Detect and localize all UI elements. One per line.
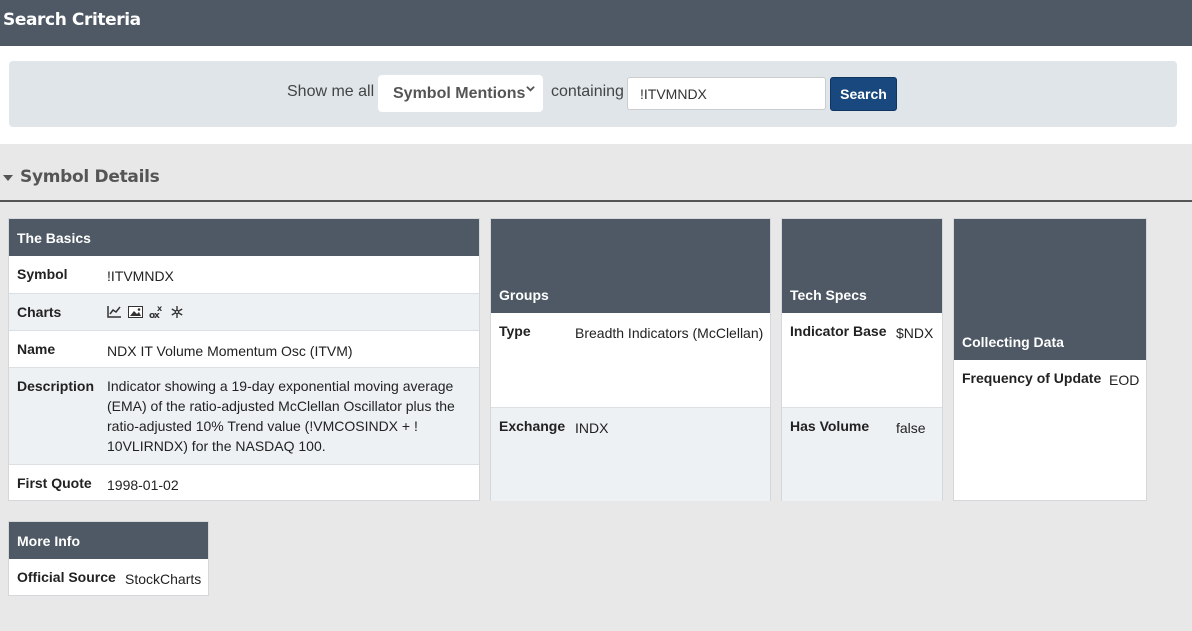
tech-specs-title: Tech Specs <box>790 287 867 303</box>
search-button[interactable]: Search <box>830 77 897 111</box>
section-title: Symbol Details <box>20 167 160 187</box>
name-value: NDX IT Volume Momentum Osc (ITVM) <box>107 343 353 359</box>
tech-specs-panel: Tech Specs Indicator Base $NDX Has Volum… <box>781 218 943 501</box>
search-criteria-area: Show me all Symbol Mentions containing S… <box>0 46 1192 144</box>
symbol-details-toggle[interactable]: Symbol Details <box>0 153 1192 202</box>
description-line: ratio-adjusted 10% Trend value (!VMCOSIN… <box>107 418 418 434</box>
seasonality-icon[interactable]: o x x <box>149 304 164 319</box>
groups-header: Groups <box>491 219 770 313</box>
description-line: (EMA) of the ratio-adjusted McClellan Os… <box>107 398 455 414</box>
frequency-value: EOD <box>1109 372 1140 388</box>
exchange-label: Exchange <box>499 418 566 434</box>
indicator-base-row: Indicator Base $NDX <box>782 313 942 407</box>
name-label: Name <box>17 341 56 357</box>
collecting-data-title: Collecting Data <box>962 334 1064 350</box>
type-value: Breadth Indicators (McClellan) <box>575 325 764 341</box>
groups-panel: Groups Type Breadth Indicators (McClella… <box>490 218 771 501</box>
description-row: Description Indicator showing a 19-day e… <box>9 367 479 464</box>
snowflake-icon[interactable] <box>170 305 184 319</box>
has-volume-label: Has Volume <box>790 418 870 434</box>
description-label: Description <box>17 378 95 394</box>
collecting-data-panel: Collecting Data Frequency of Update EOD <box>953 218 1147 501</box>
official-source-label: Official Source <box>17 569 116 585</box>
search-form: Show me all Symbol Mentions containing S… <box>9 61 1177 127</box>
has-volume-value: false <box>896 420 926 436</box>
basics-title: The Basics <box>17 230 91 246</box>
name-row: Name NDX IT Volume Momentum Osc (ITVM) <box>9 330 479 367</box>
indicator-base-value: $NDX <box>896 325 934 341</box>
chevron-down-icon <box>526 84 535 96</box>
line-chart-icon[interactable] <box>107 305 122 318</box>
search-criteria-header: Search Criteria <box>0 0 1192 46</box>
symbol-value: !ITVMNDX <box>107 268 174 284</box>
official-source-value: StockCharts <box>125 571 202 587</box>
search-type-select[interactable]: Symbol Mentions <box>378 75 543 112</box>
basics-panel: The Basics Symbol !ITVMNDX Charts o x x <box>8 218 480 501</box>
description-line: 10VLIRNDX) for the NASDAQ 100. <box>107 438 326 454</box>
official-source-row: Official Source StockCharts <box>9 559 208 596</box>
type-label: Type <box>499 323 531 339</box>
description-value: Indicator showing a 19-day exponential m… <box>107 376 455 456</box>
groups-title: Groups <box>499 287 549 303</box>
more-info-header: More Info <box>9 522 208 559</box>
exchange-value: INDX <box>575 420 609 436</box>
search-type-value: Symbol Mentions <box>393 85 526 102</box>
search-input[interactable] <box>627 77 826 110</box>
indicator-base-label: Indicator Base <box>790 323 887 339</box>
more-info-panel: More Info Official Source StockCharts <box>8 521 209 596</box>
exchange-row: Exchange INDX <box>491 407 770 501</box>
charts-label: Charts <box>17 304 62 320</box>
page-title: Search Criteria <box>3 10 141 30</box>
caret-down-icon <box>3 175 13 181</box>
first-quote-value: 1998-01-02 <box>107 477 179 493</box>
show-me-all-label: Show me all <box>287 83 375 100</box>
symbol-row: Symbol !ITVMNDX <box>9 256 479 293</box>
charts-row: Charts o x x <box>9 293 479 330</box>
basics-header: The Basics <box>9 219 479 256</box>
first-quote-row: First Quote 1998-01-02 <box>9 464 479 501</box>
has-volume-row: Has Volume false <box>782 407 942 501</box>
containing-label: containing <box>551 83 624 100</box>
image-chart-icon[interactable] <box>128 305 143 318</box>
collecting-data-header: Collecting Data <box>954 219 1146 360</box>
more-info-title: More Info <box>17 533 80 549</box>
tech-specs-header: Tech Specs <box>782 219 942 313</box>
svg-text:x: x <box>157 304 163 313</box>
frequency-row: Frequency of Update EOD <box>954 360 1146 501</box>
frequency-label: Frequency of Update <box>962 370 1102 386</box>
type-row: Type Breadth Indicators (McClellan) <box>491 313 770 407</box>
first-quote-label: First Quote <box>17 475 92 491</box>
description-line: Indicator showing a 19-day exponential m… <box>107 378 454 394</box>
symbol-label: Symbol <box>17 266 68 282</box>
